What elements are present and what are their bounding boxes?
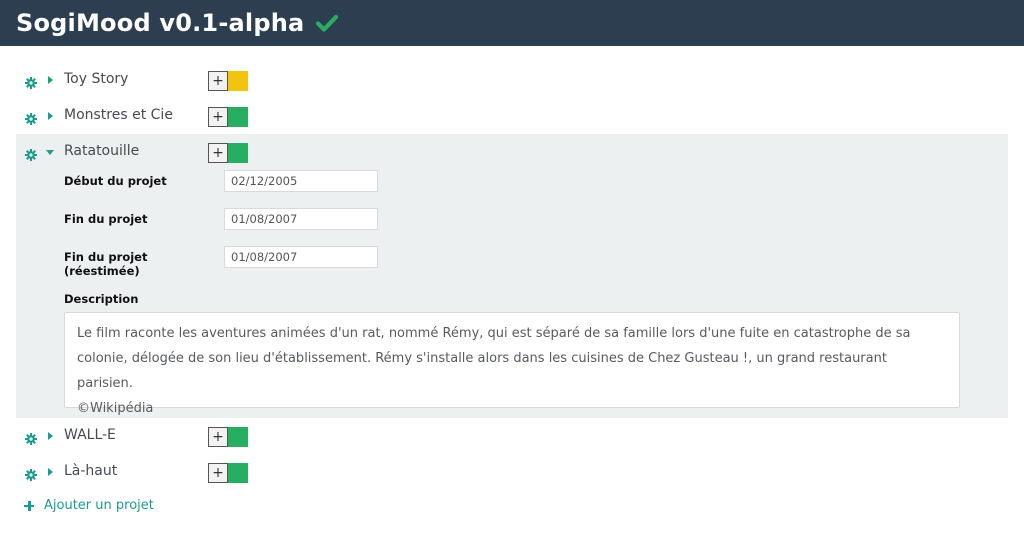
project-row: WALL-E + (16, 418, 1008, 454)
gear-icon[interactable] (25, 466, 37, 481)
field-label-line: Fin du projet (64, 250, 148, 264)
mood-indicator[interactable] (228, 107, 248, 127)
add-mood-button[interactable]: + (208, 107, 228, 127)
field-start-date: Début du projet 02/12/2005 (64, 170, 960, 208)
check-icon (316, 14, 339, 32)
project-row: Toy Story + (16, 62, 1008, 98)
description-label: Description (64, 292, 139, 306)
field-reestimated-end-date: Fin du projet (réestimée) 01/08/2007 (64, 246, 960, 284)
start-date-input[interactable]: 02/12/2005 (224, 170, 378, 192)
mood-control: + (208, 71, 248, 91)
project-name[interactable]: WALL-E (64, 427, 116, 443)
project-item: Là-haut + (16, 454, 1008, 490)
caret-right-icon[interactable] (48, 432, 53, 440)
caret-right-icon[interactable] (48, 112, 53, 120)
add-project-link[interactable]: Ajouter un projet (24, 498, 154, 513)
project-details: Début du projet 02/12/2005 Fin du projet… (16, 170, 1008, 418)
project-name[interactable]: Ratatouille (64, 143, 139, 159)
mood-control: + (208, 143, 248, 163)
field-end-date: Fin du projet 01/08/2007 (64, 208, 960, 246)
project-name[interactable]: Toy Story (64, 71, 128, 87)
project-item-expanded: Ratatouille + Début du projet 02/12/2005… (16, 134, 1008, 418)
field-label: Fin du projet (64, 212, 148, 226)
mood-control: + (208, 107, 248, 127)
field-label: Fin du projet (réestimée) (64, 250, 147, 278)
project-name[interactable]: Là-haut (64, 463, 117, 479)
app-title: SogiMood v0.1-alpha (16, 9, 305, 37)
field-label-line: (réestimée) (64, 264, 140, 278)
project-row: Monstres et Cie + (16, 98, 1008, 134)
project-item: Monstres et Cie + (16, 98, 1008, 134)
mood-control: + (208, 427, 248, 447)
field-label: Début du projet (64, 174, 167, 188)
project-name[interactable]: Monstres et Cie (64, 107, 173, 123)
caret-right-icon[interactable] (48, 76, 53, 84)
description-field[interactable]: Le film raconte les aventures animées d'… (64, 312, 960, 416)
project-item: Toy Story + (16, 62, 1008, 98)
end-date-input[interactable]: 01/08/2007 (224, 208, 378, 230)
description-line: Le film raconte les aventures animées d'… (77, 326, 911, 341)
reestimated-end-date-input[interactable]: 01/08/2007 (224, 246, 378, 268)
project-item: WALL-E + (16, 418, 1008, 454)
add-mood-button[interactable]: + (208, 143, 228, 163)
add-mood-button[interactable]: + (208, 463, 228, 483)
add-project-label: Ajouter un projet (44, 498, 154, 513)
caret-down-icon[interactable] (46, 150, 54, 155)
add-mood-button[interactable]: + (208, 71, 228, 91)
gear-icon[interactable] (25, 146, 37, 161)
description-line: colonie, délogée de son lieu d'établisse… (77, 351, 887, 391)
mood-control: + (208, 463, 248, 483)
mood-indicator[interactable] (228, 427, 248, 447)
mood-indicator[interactable] (228, 71, 248, 91)
gear-icon[interactable] (25, 110, 37, 125)
gear-icon[interactable] (25, 430, 37, 445)
add-mood-button[interactable]: + (208, 427, 228, 447)
caret-right-icon[interactable] (48, 468, 53, 476)
mood-indicator[interactable] (228, 463, 248, 483)
app-header: SogiMood v0.1-alpha (0, 0, 1024, 46)
gear-icon[interactable] (25, 74, 37, 89)
project-list: Toy Story + Monstres et Cie + Ratatouill… (16, 62, 1008, 490)
project-row: Là-haut + (16, 454, 1008, 490)
mood-indicator[interactable] (228, 143, 248, 163)
project-row: Ratatouille + (16, 134, 1008, 170)
plus-icon (24, 500, 34, 511)
